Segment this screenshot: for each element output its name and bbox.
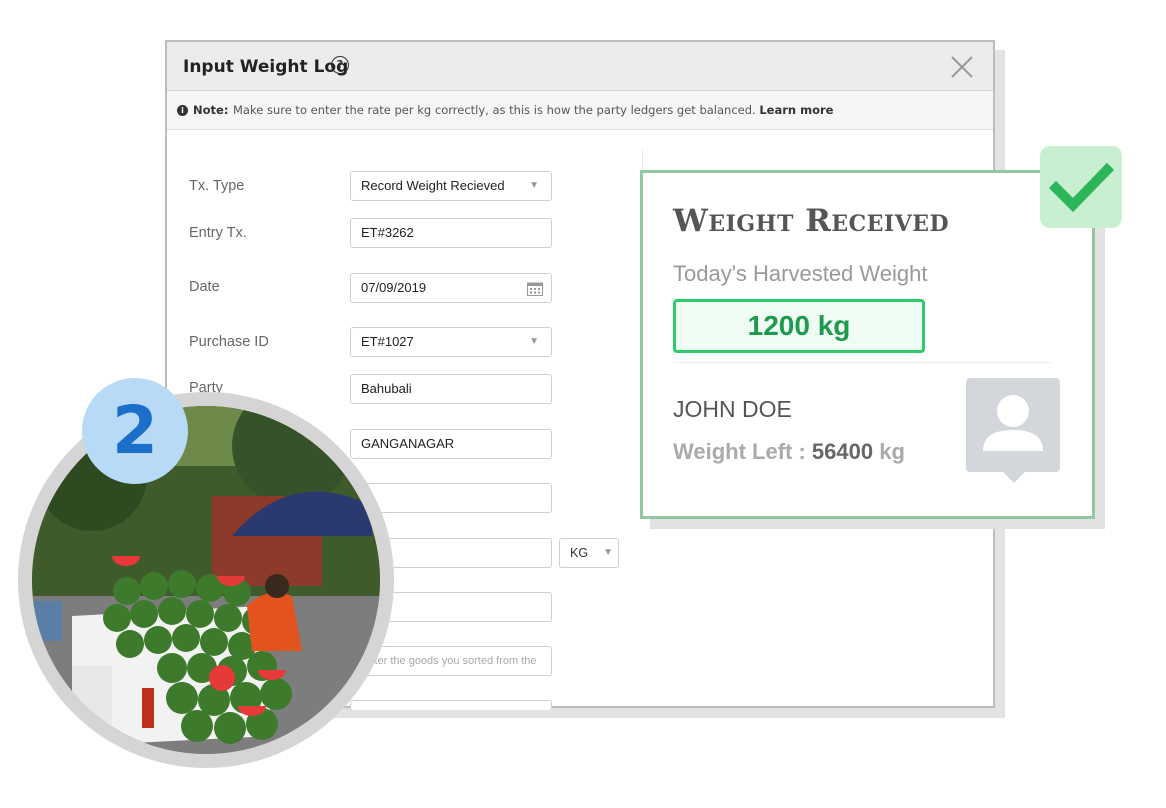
goods-placeholder: Enter the goods you sorted from the	[361, 655, 537, 667]
party-value: Bahubali	[361, 381, 412, 396]
calendar-icon[interactable]	[527, 281, 543, 296]
chevron-down-icon: ▼	[529, 180, 539, 191]
location-input[interactable]: GANGANAGAR	[350, 429, 552, 459]
learn-more-link[interactable]: Learn more	[759, 103, 833, 117]
purchase-id-value: ET#1027	[361, 334, 414, 349]
date-label: Date	[189, 279, 220, 295]
tx-type-select[interactable]: Record Weight Recieved ▼	[350, 171, 552, 201]
step-number-badge: 2	[82, 378, 188, 484]
avatar-pointer	[999, 468, 1029, 483]
tx-type-label: Tx. Type	[189, 178, 245, 194]
unit-value: KG	[570, 546, 589, 560]
weight-left-value: 56400	[811, 439, 874, 464]
unit-select[interactable]: KG ▼	[559, 538, 619, 568]
date-value: 07/09/2019	[361, 280, 427, 295]
goods-input[interactable]: Enter the goods you sorted from the	[350, 646, 552, 676]
entry-tx-value: ET#3262	[361, 225, 414, 240]
date-input[interactable]: 07/09/2019	[350, 273, 552, 303]
weight-left-label: Weight Left :	[673, 439, 806, 464]
note-message: Make sure to enter the rate per kg corre…	[233, 103, 756, 117]
help-circle-icon[interactable]: ?	[331, 56, 349, 74]
weight-left-unit: kg	[879, 439, 905, 464]
weight-received-card: Weight Received Today's Harvested Weight…	[640, 170, 1095, 519]
purchase-id-label: Purchase ID	[189, 334, 269, 350]
entry-tx-input[interactable]: ET#3262	[350, 218, 552, 248]
card-subtitle: Today's Harvested Weight	[673, 261, 928, 286]
tx-type-value: Record Weight Recieved	[361, 178, 505, 193]
harvested-weight-value: 1200 kg	[673, 299, 925, 353]
close-icon[interactable]	[949, 54, 975, 80]
watermelon-truck-photo	[32, 406, 380, 754]
blank-input[interactable]	[350, 483, 552, 513]
photo-frame	[18, 392, 394, 768]
user-avatar-icon	[966, 378, 1060, 472]
dialog-header: Input Weight Log ?	[167, 42, 993, 91]
card-title: Weight Received	[673, 203, 950, 239]
info-icon: i	[177, 105, 188, 116]
farmer-name: JOHN DOE	[673, 396, 792, 422]
chevron-down-icon: ▼	[529, 336, 539, 347]
note-label: Note:	[193, 103, 229, 117]
party-input[interactable]: Bahubali	[350, 374, 552, 404]
weight-left: Weight Left : 56400 kg	[673, 439, 905, 465]
note-bar: i Note: Make sure to enter the rate per …	[167, 91, 993, 130]
purchase-id-select[interactable]: ET#1027 ▼	[350, 327, 552, 357]
next-input-partial[interactable]	[350, 700, 552, 710]
chevron-down-icon: ▼	[603, 547, 613, 558]
checkmark-icon	[1040, 146, 1122, 228]
dialog-title: Input Weight Log	[183, 57, 349, 77]
location-value: GANGANAGAR	[361, 436, 455, 451]
entry-tx-label: Entry Tx.	[189, 225, 247, 241]
note-text: Make sure to enter the rate per kg corre…	[233, 103, 833, 117]
card-divider	[673, 362, 1051, 363]
